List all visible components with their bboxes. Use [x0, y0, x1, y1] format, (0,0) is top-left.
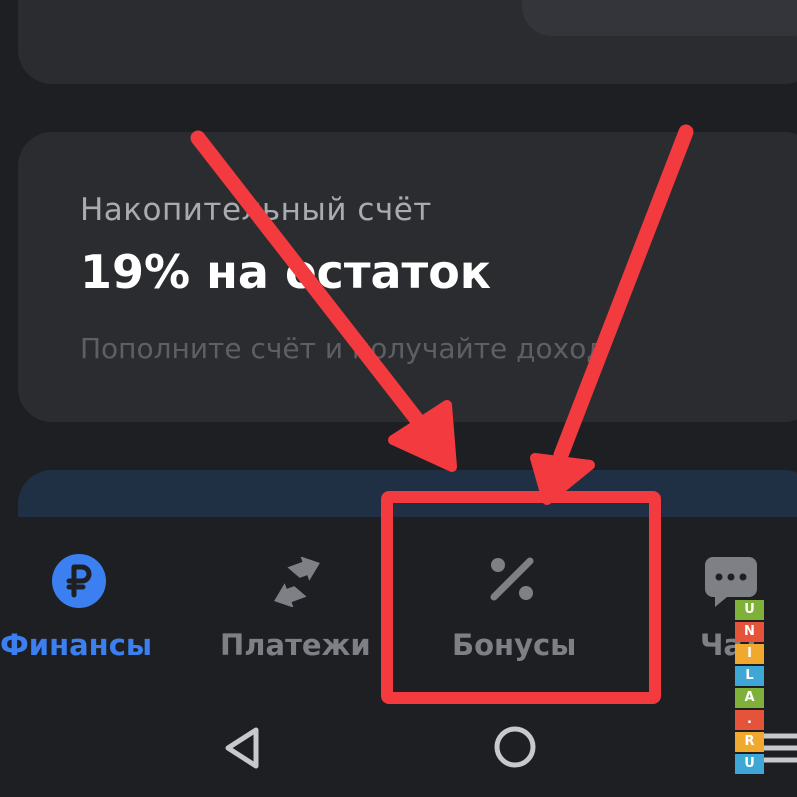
ruble-icon	[51, 553, 107, 613]
watermark-letter: R	[735, 732, 764, 752]
unila-watermark: U N I L A . R U	[735, 600, 764, 776]
home-icon[interactable]	[492, 724, 538, 774]
savings-account-subtitle: Пополните счёт и получайте доход	[80, 332, 606, 365]
watermark-letter: I	[735, 644, 764, 664]
savings-rate-title: 19% на остаток	[80, 245, 492, 299]
watermark-letter: U	[735, 600, 764, 620]
savings-account-card[interactable]: Накопительный счёт 19% на остаток Пополн…	[18, 132, 797, 422]
nav-label-finances: Финансы	[0, 628, 153, 662]
menu-icon[interactable]	[760, 728, 797, 772]
nav-item-payments[interactable]: Платежи	[210, 517, 380, 697]
top-card-inner-button[interactable]	[522, 0, 797, 36]
transfer-icon	[267, 556, 327, 611]
nav-label-payments: Платежи	[220, 628, 371, 662]
system-navigation-bar	[0, 700, 797, 797]
highlight-box	[381, 491, 661, 704]
back-icon[interactable]	[222, 726, 262, 774]
watermark-letter: N	[735, 622, 764, 642]
watermark-letter: L	[735, 666, 764, 686]
nav-item-finances[interactable]: Финансы	[0, 517, 170, 697]
watermark-letter: A	[735, 688, 764, 708]
watermark-letter: .	[735, 710, 764, 730]
savings-account-label: Накопительный счёт	[80, 192, 432, 228]
watermark-letter: U	[735, 754, 764, 774]
